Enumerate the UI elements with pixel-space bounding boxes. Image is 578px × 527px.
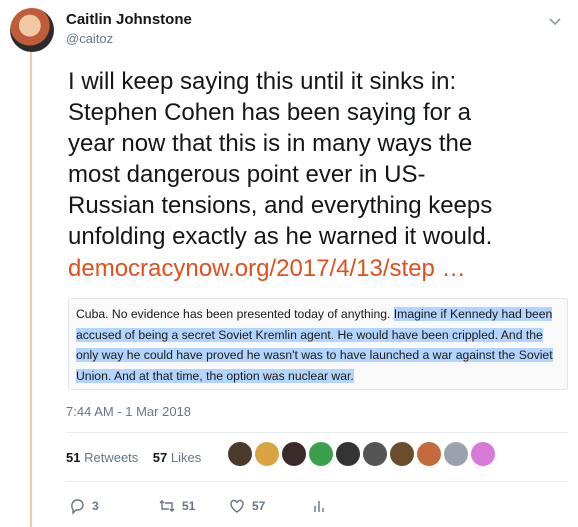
retweet-button[interactable]: 51 [158,497,195,515]
likes-stat[interactable]: 57 Likes [153,450,201,465]
liker-avatar[interactable] [363,442,387,466]
divider [66,481,568,482]
retweet-icon [159,500,175,512]
tweet-timestamp[interactable]: 7:44 AM - 1 Mar 2018 [66,404,191,419]
quoted-text-plain: Cuba. No evidence has been presented tod… [76,307,394,321]
like-button[interactable]: 57 [228,497,265,515]
tweet-stats: 51 Retweets 57 Likes [66,450,201,465]
retweets-stat[interactable]: 51 Retweets [66,450,138,465]
retweets-count: 51 [66,450,81,465]
tweet-link[interactable]: democracynow.org/2017/4/13/step … [68,253,466,284]
thread-line [30,52,32,527]
retweet-count: 51 [182,499,196,513]
chevron-down-icon[interactable] [548,14,562,28]
reply-icon [71,499,84,515]
reply-button[interactable]: 3 [68,497,99,515]
author-handle[interactable]: @caitoz [66,31,113,46]
liker-avatar[interactable] [390,442,414,466]
divider [66,432,568,433]
liker-avatar[interactable] [228,442,252,466]
liker-avatar[interactable] [336,442,360,466]
quoted-text: Cuba. No evidence has been presented tod… [76,304,564,386]
author-avatar[interactable] [10,8,54,52]
liker-avatar[interactable] [417,442,441,466]
liker-avatar[interactable] [471,442,495,466]
likes-count: 57 [152,450,168,465]
likes-label: Likes [170,450,202,465]
analytics-icon [314,501,324,512]
like-count: 57 [252,499,266,513]
quoted-text-image[interactable]: Cuba. No evidence has been presented tod… [68,298,568,390]
liker-avatar[interactable] [309,442,333,466]
liker-avatar[interactable] [282,442,306,466]
retweets-label: Retweets [84,450,139,465]
author-name[interactable]: Caitlin Johnstone [66,11,192,28]
liker-avatar[interactable] [255,442,279,466]
liker-avatar[interactable] [444,442,468,466]
liker-avatars [228,442,495,466]
reply-count: 3 [92,499,99,513]
heart-icon [230,499,244,513]
tweet-text: I will keep saying this until it sinks i… [68,68,493,250]
analytics-button[interactable] [310,497,328,515]
